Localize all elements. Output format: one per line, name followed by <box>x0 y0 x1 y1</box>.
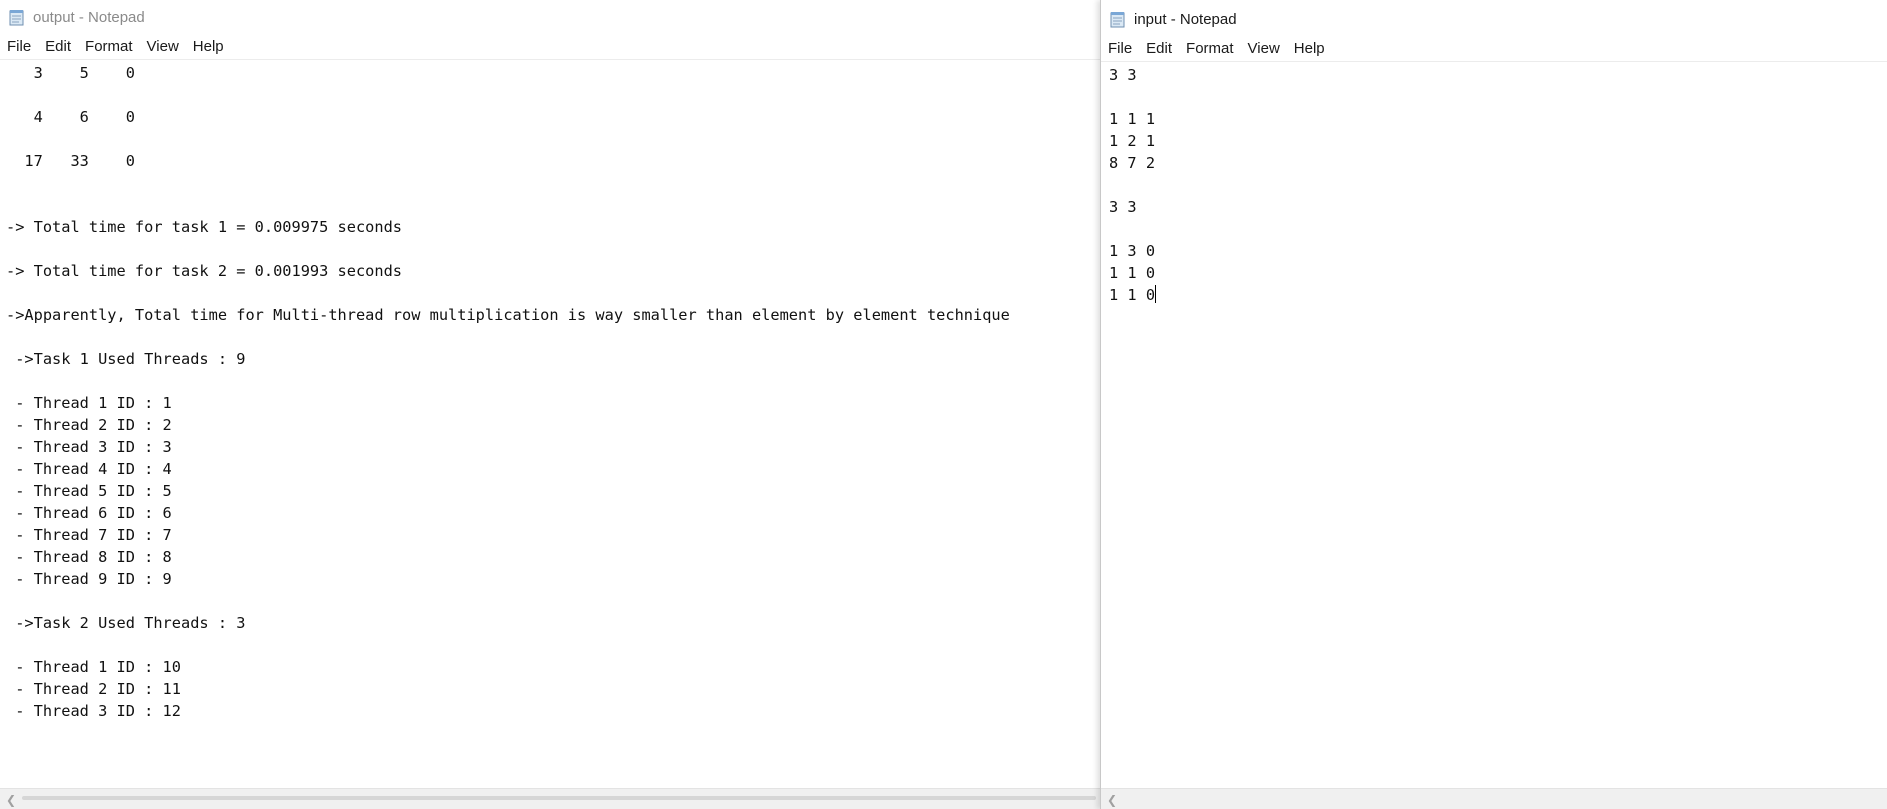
menu-view[interactable]: View <box>147 38 179 55</box>
output-text-line: - Thread 2 ID : 11 <box>6 680 181 698</box>
output-text-line: -> Total time for task 2 = 0.001993 seco… <box>6 262 403 280</box>
menu-help[interactable]: Help <box>193 38 224 55</box>
menu-edit[interactable]: Edit <box>45 38 71 55</box>
output-text-line: 3 5 0 <box>6 64 135 82</box>
menu-help[interactable]: Help <box>1294 40 1325 57</box>
menu-file[interactable]: File <box>1108 40 1132 57</box>
input-text-line: 1 1 0 <box>1109 286 1156 304</box>
output-horizontal-scrollbar[interactable]: ❮ <box>0 788 1100 809</box>
output-text-line: - Thread 8 ID : 8 <box>6 548 172 566</box>
output-text-line: - Thread 4 ID : 4 <box>6 460 172 478</box>
input-text-line: 3 3 <box>1109 66 1137 84</box>
input-notepad-window: input - Notepad File Edit Format View He… <box>1100 0 1887 809</box>
menu-view[interactable]: View <box>1248 40 1280 57</box>
window-title: output - Notepad <box>33 8 145 26</box>
output-text-line: - Thread 5 ID : 5 <box>6 482 172 500</box>
scrollbar-thumb[interactable] <box>22 796 1096 800</box>
output-text-line: ->Apparently, Total time for Multi-threa… <box>6 306 1010 324</box>
menu-format[interactable]: Format <box>1186 40 1234 57</box>
scroll-left-arrow-icon[interactable]: ❮ <box>6 793 16 807</box>
input-titlebar[interactable]: input - Notepad <box>1101 0 1887 36</box>
input-menubar: File Edit Format View Help <box>1101 36 1887 62</box>
output-text-line: -> Total time for task 1 = 0.009975 seco… <box>6 218 403 236</box>
output-notepad-window: output - Notepad File Edit Format View H… <box>0 0 1100 809</box>
input-text-line: 1 1 1 <box>1109 110 1156 128</box>
output-text-line: - Thread 6 ID : 6 <box>6 504 172 522</box>
output-text-line: 17 33 0 <box>6 152 135 170</box>
input-text-content: 3 3 1 1 1 1 2 1 8 7 2 3 3 1 3 0 1 1 0 1 … <box>1101 62 1887 306</box>
output-text-content: 3 5 0 4 6 0 17 33 0 -> Total time for ta… <box>0 60 1100 722</box>
input-text-line: 1 3 0 <box>1109 242 1156 260</box>
output-menubar: File Edit Format View Help <box>0 34 1100 60</box>
menu-file[interactable]: File <box>7 38 31 55</box>
output-text-area[interactable]: 3 5 0 4 6 0 17 33 0 -> Total time for ta… <box>0 60 1100 789</box>
output-text-line: - Thread 1 ID : 10 <box>6 658 181 676</box>
output-text-line: - Thread 1 ID : 1 <box>6 394 172 412</box>
scroll-left-arrow-icon[interactable]: ❮ <box>1107 793 1117 807</box>
output-text-line: ->Task 2 Used Threads : 3 <box>6 614 246 632</box>
output-text-line: - Thread 7 ID : 7 <box>6 526 172 544</box>
output-text-line: - Thread 2 ID : 2 <box>6 416 172 434</box>
notepad-icon <box>1110 11 1125 27</box>
output-text-line: ->Task 1 Used Threads : 9 <box>6 350 246 368</box>
output-text-line: 4 6 0 <box>6 108 135 126</box>
window-title: input - Notepad <box>1134 10 1237 28</box>
input-horizontal-scrollbar[interactable]: ❮ <box>1101 788 1887 809</box>
notepad-icon <box>9 9 24 25</box>
output-text-line: - Thread 3 ID : 3 <box>6 438 172 456</box>
input-text-line: 3 3 <box>1109 198 1137 216</box>
output-text-line: - Thread 3 ID : 12 <box>6 702 181 720</box>
input-text-line: 1 1 0 <box>1109 264 1156 282</box>
output-titlebar[interactable]: output - Notepad <box>0 0 1100 34</box>
input-text-line: 1 2 1 <box>1109 132 1156 150</box>
input-text-line: 8 7 2 <box>1109 154 1156 172</box>
input-text-area[interactable]: 3 3 1 1 1 1 2 1 8 7 2 3 3 1 3 0 1 1 0 1 … <box>1101 62 1887 789</box>
menu-edit[interactable]: Edit <box>1146 40 1172 57</box>
menu-format[interactable]: Format <box>85 38 133 55</box>
output-text-line: - Thread 9 ID : 9 <box>6 570 172 588</box>
text-caret <box>1155 285 1157 303</box>
